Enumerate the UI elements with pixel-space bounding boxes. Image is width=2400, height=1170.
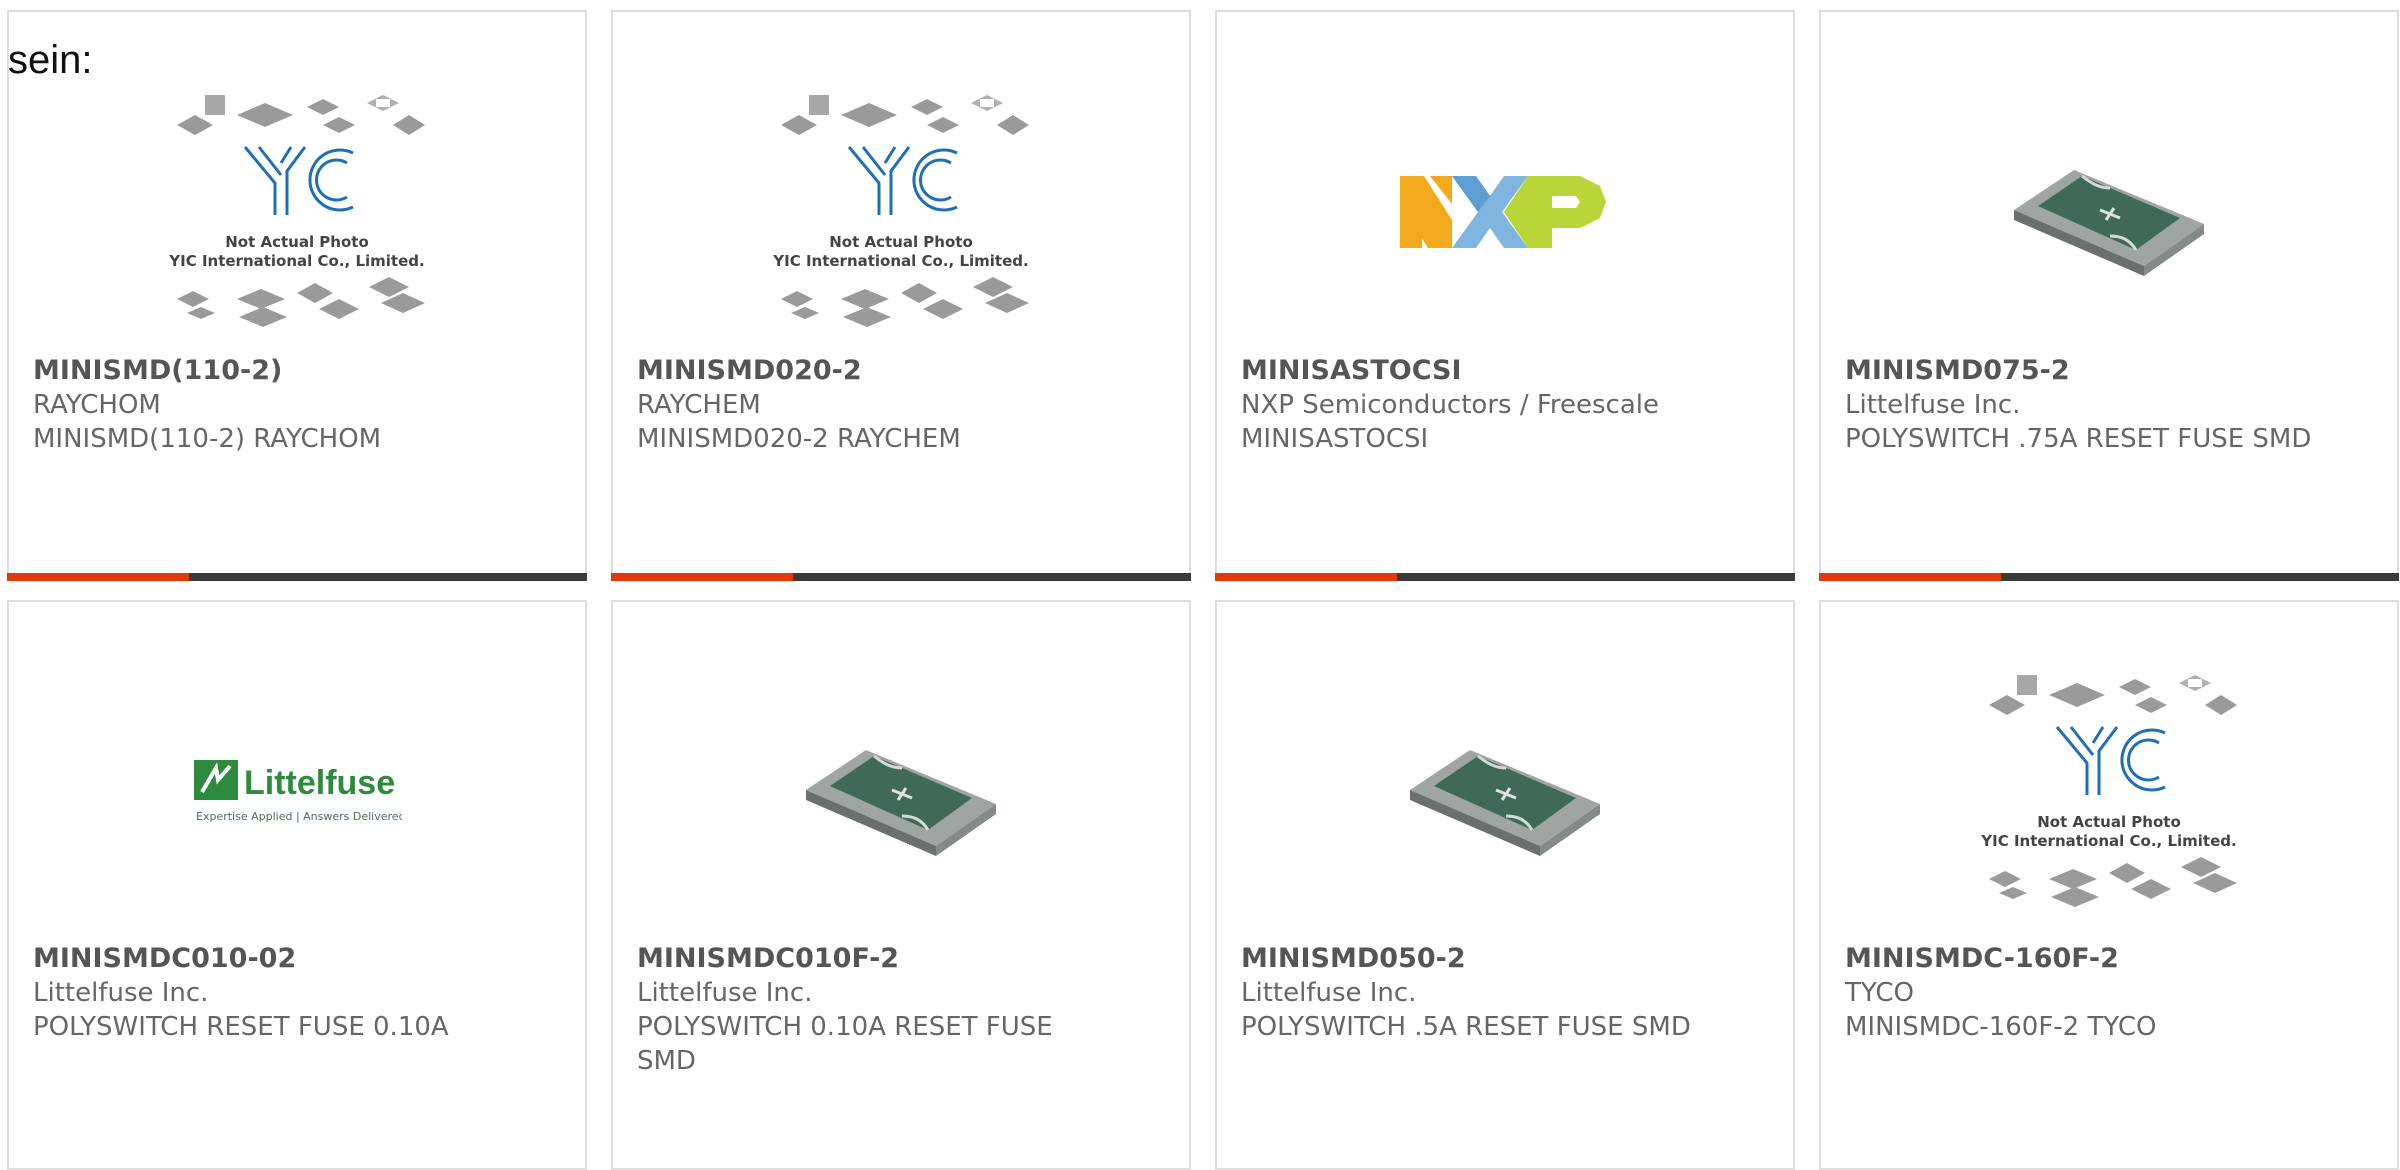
card-accent-bar xyxy=(1215,573,1795,581)
svg-text:Not Actual Photo: Not Actual Photo xyxy=(829,233,973,251)
placeholder-chips-icon: Not Actual Photo YIC International Co., … xyxy=(1980,675,2237,907)
part-number-link[interactable]: MINISMD075-2 xyxy=(1845,354,2325,388)
description: POLYSWITCH .75A RESET FUSE SMD xyxy=(1845,424,2312,454)
smd-fuse-icon xyxy=(2014,170,2204,276)
product-card[interactable]: Not Actual Photo YIC International Co., … xyxy=(1819,600,2399,1170)
svg-text:YIC International Co., Limited: YIC International Co., Limited. xyxy=(168,252,424,270)
smd-fuse-icon xyxy=(1410,750,1600,856)
description: MINISASTOCSI xyxy=(1241,424,1429,454)
description: POLYSWITCH RESET FUSE 0.10A xyxy=(33,1012,449,1042)
manufacturer: TYCO xyxy=(1845,978,1914,1008)
manufacturer: RAYCHOM xyxy=(33,390,161,420)
description: MINISMD020-2 RAYCHEM xyxy=(637,424,961,454)
product-image[interactable]: Not Actual Photo YIC International Co., … xyxy=(1821,652,2397,932)
svg-text:YIC International Co., Limited: YIC International Co., Limited. xyxy=(1980,832,2236,850)
description: MINISMD(110-2) RAYCHOM xyxy=(33,424,382,454)
product-card[interactable]: MINISASTOCSI NXP Semiconductors / Freesc… xyxy=(1215,10,1795,581)
product-card[interactable]: Littelfuse Expertise Applied | Answers D… xyxy=(7,600,587,1170)
svg-text:Expertise Applied | Answers De: Expertise Applied | Answers Delivered xyxy=(196,810,402,823)
manufacturer: Littelfuse Inc. xyxy=(1845,390,2021,420)
card-accent-bar xyxy=(611,573,1191,581)
svg-text:YIC International Co., Limited: YIC International Co., Limited. xyxy=(772,252,1028,270)
product-image[interactable] xyxy=(1821,72,2397,352)
product-card[interactable]: MINISMD075-2 Littelfuse Inc. POLYSWITCH … xyxy=(1819,10,2399,581)
product-image[interactable]: Littelfuse Expertise Applied | Answers D… xyxy=(9,652,585,932)
product-image[interactable] xyxy=(1217,72,1793,352)
placeholder-chips-icon: Not Actual Photo YIC International Co., … xyxy=(772,95,1029,327)
product-card[interactable]: Not Actual Photo YIC International Co., … xyxy=(7,10,587,581)
product-card[interactable]: MINISMDC010F-2 Littelfuse Inc. POLYSWITC… xyxy=(611,600,1191,1170)
part-number-link[interactable]: MINISMD050-2 xyxy=(1241,942,1721,976)
part-number-link[interactable]: MINISMDC010F-2 xyxy=(637,942,1117,976)
product-image[interactable] xyxy=(1217,652,1793,932)
product-card[interactable]: MINISMD050-2 Littelfuse Inc. POLYSWITCH … xyxy=(1215,600,1795,1170)
description: POLYSWITCH .5A RESET FUSE SMD xyxy=(1241,1012,1691,1042)
product-image[interactable]: Not Actual Photo YIC International Co., … xyxy=(613,72,1189,352)
part-number-link[interactable]: MINISMD(110-2) xyxy=(33,354,513,388)
part-number-link[interactable]: MINISMD020-2 xyxy=(637,354,1117,388)
part-number-link[interactable]: MINISMDC010-02 xyxy=(33,942,513,976)
svg-text:Not Actual Photo: Not Actual Photo xyxy=(2037,813,2181,831)
manufacturer: Littelfuse Inc. xyxy=(637,978,813,1008)
card-accent-bar xyxy=(7,573,587,581)
littelfuse-logo-icon: Littelfuse Expertise Applied | Answers D… xyxy=(194,760,402,823)
part-number-link[interactable]: MINISMDC-160F-2 xyxy=(1845,942,2325,976)
product-image[interactable]: Not Actual Photo YIC International Co., … xyxy=(9,72,585,352)
product-grid: Not Actual Photo YIC International Co., … xyxy=(0,0,2400,1170)
description: MINISMDC-160F-2 TYCO xyxy=(1845,1012,2157,1042)
svg-text:Not Actual Photo: Not Actual Photo xyxy=(225,233,369,251)
product-card[interactable]: Not Actual Photo YIC International Co., … xyxy=(611,10,1191,581)
manufacturer: Littelfuse Inc. xyxy=(33,978,209,1008)
description: POLYSWITCH 0.10A RESET FUSE SMD xyxy=(637,1012,1053,1076)
card-accent-bar xyxy=(1819,573,2399,581)
smd-fuse-icon xyxy=(806,750,996,856)
nxp-logo-icon xyxy=(1400,176,1606,248)
product-image[interactable] xyxy=(613,652,1189,932)
manufacturer: Littelfuse Inc. xyxy=(1241,978,1417,1008)
svg-text:Littelfuse: Littelfuse xyxy=(244,764,395,802)
manufacturer: RAYCHEM xyxy=(637,390,761,420)
manufacturer: NXP Semiconductors / Freescale xyxy=(1241,390,1660,420)
part-number-link[interactable]: MINISASTOCSI xyxy=(1241,354,1721,388)
placeholder-chips-icon: Not Actual Photo YIC International Co., … xyxy=(168,95,425,327)
intro-text: sein: xyxy=(8,38,93,82)
